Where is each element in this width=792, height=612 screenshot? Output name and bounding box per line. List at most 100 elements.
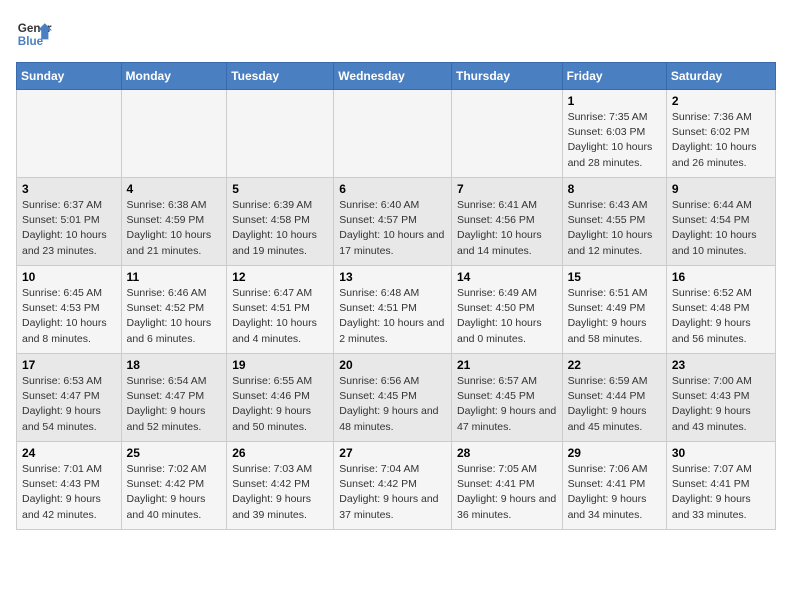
- day-number: 11: [127, 270, 222, 284]
- calendar-cell: 18 Sunrise: 6:54 AM Sunset: 4:47 PM Dayli…: [121, 354, 227, 442]
- day-number: 23: [672, 358, 770, 372]
- day-info: Sunrise: 6:46 AM Sunset: 4:52 PM Dayligh…: [127, 286, 222, 347]
- calendar-cell: 9 Sunrise: 6:44 AM Sunset: 4:54 PM Daylig…: [666, 178, 775, 266]
- day-info: Sunrise: 7:35 AM Sunset: 6:03 PM Dayligh…: [568, 110, 661, 171]
- calendar-cell: [334, 90, 452, 178]
- day-number: 19: [232, 358, 328, 372]
- calendar-cell: [451, 90, 562, 178]
- calendar-cell: 1 Sunrise: 7:35 AM Sunset: 6:03 PM Daylig…: [562, 90, 666, 178]
- page-header: General Blue: [16, 16, 776, 52]
- logo: General Blue: [16, 16, 52, 52]
- calendar-cell: 11 Sunrise: 6:46 AM Sunset: 4:52 PM Dayli…: [121, 266, 227, 354]
- calendar-cell: 20 Sunrise: 6:56 AM Sunset: 4:45 PM Dayli…: [334, 354, 452, 442]
- calendar-cell: 26 Sunrise: 7:03 AM Sunset: 4:42 PM Dayli…: [227, 442, 334, 530]
- day-info: Sunrise: 6:54 AM Sunset: 4:47 PM Dayligh…: [127, 374, 222, 435]
- header-tuesday: Tuesday: [227, 63, 334, 90]
- day-number: 2: [672, 94, 770, 108]
- calendar-week-3: 17 Sunrise: 6:53 AM Sunset: 4:47 PM Dayli…: [17, 354, 776, 442]
- calendar-cell: 8Sunrise: 6:43 AM Sunset: 4:55 PM Daylig…: [562, 178, 666, 266]
- day-number: 9: [672, 182, 770, 196]
- day-number: 14: [457, 270, 557, 284]
- day-info: Sunrise: 6:39 AM Sunset: 4:58 PM Dayligh…: [232, 198, 328, 259]
- calendar-cell: 5 Sunrise: 6:39 AM Sunset: 4:58 PM Daylig…: [227, 178, 334, 266]
- calendar-cell: [121, 90, 227, 178]
- day-number: 10: [22, 270, 116, 284]
- calendar-cell: [17, 90, 122, 178]
- calendar-cell: 25 Sunrise: 7:02 AM Sunset: 4:42 PM Dayli…: [121, 442, 227, 530]
- calendar-cell: 17 Sunrise: 6:53 AM Sunset: 4:47 PM Dayli…: [17, 354, 122, 442]
- day-number: 27: [339, 446, 446, 460]
- day-number: 15: [568, 270, 661, 284]
- day-info: Sunrise: 7:36 AM Sunset: 6:02 PM Dayligh…: [672, 110, 770, 171]
- day-number: 18: [127, 358, 222, 372]
- day-info: Sunrise: 6:49 AM Sunset: 4:50 PM Dayligh…: [457, 286, 557, 347]
- day-number: 7: [457, 182, 557, 196]
- day-info: Sunrise: 7:05 AM Sunset: 4:41 PM Dayligh…: [457, 462, 557, 523]
- day-info: Sunrise: 7:06 AM Sunset: 4:41 PM Dayligh…: [568, 462, 661, 523]
- calendar-cell: 27 Sunrise: 7:04 AM Sunset: 4:42 PM Dayli…: [334, 442, 452, 530]
- calendar-cell: 7 Sunrise: 6:41 AM Sunset: 4:56 PM Daylig…: [451, 178, 562, 266]
- day-info: Sunrise: 6:53 AM Sunset: 4:47 PM Dayligh…: [22, 374, 116, 435]
- day-info: Sunrise: 6:44 AM Sunset: 4:54 PM Dayligh…: [672, 198, 770, 259]
- svg-text:Blue: Blue: [18, 35, 44, 48]
- day-number: 8: [568, 182, 661, 196]
- day-info: Sunrise: 6:56 AM Sunset: 4:45 PM Dayligh…: [339, 374, 446, 435]
- day-number: 28: [457, 446, 557, 460]
- day-info: Sunrise: 7:07 AM Sunset: 4:41 PM Dayligh…: [672, 462, 770, 523]
- day-info: Sunrise: 6:38 AM Sunset: 4:59 PM Dayligh…: [127, 198, 222, 259]
- day-number: 20: [339, 358, 446, 372]
- day-info: Sunrise: 7:03 AM Sunset: 4:42 PM Dayligh…: [232, 462, 328, 523]
- calendar-week-0: 1 Sunrise: 7:35 AM Sunset: 6:03 PM Daylig…: [17, 90, 776, 178]
- calendar-cell: 14 Sunrise: 6:49 AM Sunset: 4:50 PM Dayli…: [451, 266, 562, 354]
- day-number: 1: [568, 94, 661, 108]
- header-saturday: Saturday: [666, 63, 775, 90]
- day-info: Sunrise: 6:41 AM Sunset: 4:56 PM Dayligh…: [457, 198, 557, 259]
- calendar-cell: 28 Sunrise: 7:05 AM Sunset: 4:41 PM Dayli…: [451, 442, 562, 530]
- day-info: Sunrise: 7:01 AM Sunset: 4:43 PM Dayligh…: [22, 462, 116, 523]
- day-number: 5: [232, 182, 328, 196]
- logo-icon: General Blue: [16, 16, 52, 52]
- day-info: Sunrise: 7:02 AM Sunset: 4:42 PM Dayligh…: [127, 462, 222, 523]
- calendar-cell: 19 Sunrise: 6:55 AM Sunset: 4:46 PM Dayli…: [227, 354, 334, 442]
- calendar-cell: 23 Sunrise: 7:00 AM Sunset: 4:43 PM Dayli…: [666, 354, 775, 442]
- day-number: 30: [672, 446, 770, 460]
- day-info: Sunrise: 6:48 AM Sunset: 4:51 PM Dayligh…: [339, 286, 446, 347]
- calendar-cell: 24Sunrise: 7:01 AM Sunset: 4:43 PM Dayli…: [17, 442, 122, 530]
- day-number: 13: [339, 270, 446, 284]
- day-info: Sunrise: 6:52 AM Sunset: 4:48 PM Dayligh…: [672, 286, 770, 347]
- header-thursday: Thursday: [451, 63, 562, 90]
- day-number: 22: [568, 358, 661, 372]
- calendar-cell: 15 Sunrise: 6:51 AM Sunset: 4:49 PM Dayli…: [562, 266, 666, 354]
- day-info: Sunrise: 7:00 AM Sunset: 4:43 PM Dayligh…: [672, 374, 770, 435]
- day-info: Sunrise: 6:45 AM Sunset: 4:53 PM Dayligh…: [22, 286, 116, 347]
- day-info: Sunrise: 7:04 AM Sunset: 4:42 PM Dayligh…: [339, 462, 446, 523]
- day-info: Sunrise: 6:47 AM Sunset: 4:51 PM Dayligh…: [232, 286, 328, 347]
- day-info: Sunrise: 6:57 AM Sunset: 4:45 PM Dayligh…: [457, 374, 557, 435]
- calendar-cell: 13 Sunrise: 6:48 AM Sunset: 4:51 PM Dayli…: [334, 266, 452, 354]
- calendar-cell: 4Sunrise: 6:38 AM Sunset: 4:59 PM Daylig…: [121, 178, 227, 266]
- day-info: Sunrise: 6:37 AM Sunset: 5:01 PM Dayligh…: [22, 198, 116, 259]
- day-number: 12: [232, 270, 328, 284]
- day-number: 17: [22, 358, 116, 372]
- header-monday: Monday: [121, 63, 227, 90]
- calendar-header-row: SundayMondayTuesdayWednesdayThursdayFrid…: [17, 63, 776, 90]
- calendar-cell: 16 Sunrise: 6:52 AM Sunset: 4:48 PM Dayli…: [666, 266, 775, 354]
- day-info: Sunrise: 6:59 AM Sunset: 4:44 PM Dayligh…: [568, 374, 661, 435]
- day-number: 25: [127, 446, 222, 460]
- calendar-cell: 6 Sunrise: 6:40 AM Sunset: 4:57 PM Daylig…: [334, 178, 452, 266]
- day-number: 26: [232, 446, 328, 460]
- calendar-cell: 22 Sunrise: 6:59 AM Sunset: 4:44 PM Dayli…: [562, 354, 666, 442]
- day-number: 21: [457, 358, 557, 372]
- calendar-cell: 12 Sunrise: 6:47 AM Sunset: 4:51 PM Dayli…: [227, 266, 334, 354]
- day-number: 16: [672, 270, 770, 284]
- day-info: Sunrise: 6:55 AM Sunset: 4:46 PM Dayligh…: [232, 374, 328, 435]
- header-sunday: Sunday: [17, 63, 122, 90]
- day-info: Sunrise: 6:40 AM Sunset: 4:57 PM Dayligh…: [339, 198, 446, 259]
- day-number: 6: [339, 182, 446, 196]
- calendar-week-2: 10 Sunrise: 6:45 AM Sunset: 4:53 PM Dayli…: [17, 266, 776, 354]
- calendar-table: SundayMondayTuesdayWednesdayThursdayFrid…: [16, 62, 776, 530]
- day-number: 3: [22, 182, 116, 196]
- header-wednesday: Wednesday: [334, 63, 452, 90]
- calendar-cell: 3 Sunrise: 6:37 AM Sunset: 5:01 PM Daylig…: [17, 178, 122, 266]
- day-info: Sunrise: 6:51 AM Sunset: 4:49 PM Dayligh…: [568, 286, 661, 347]
